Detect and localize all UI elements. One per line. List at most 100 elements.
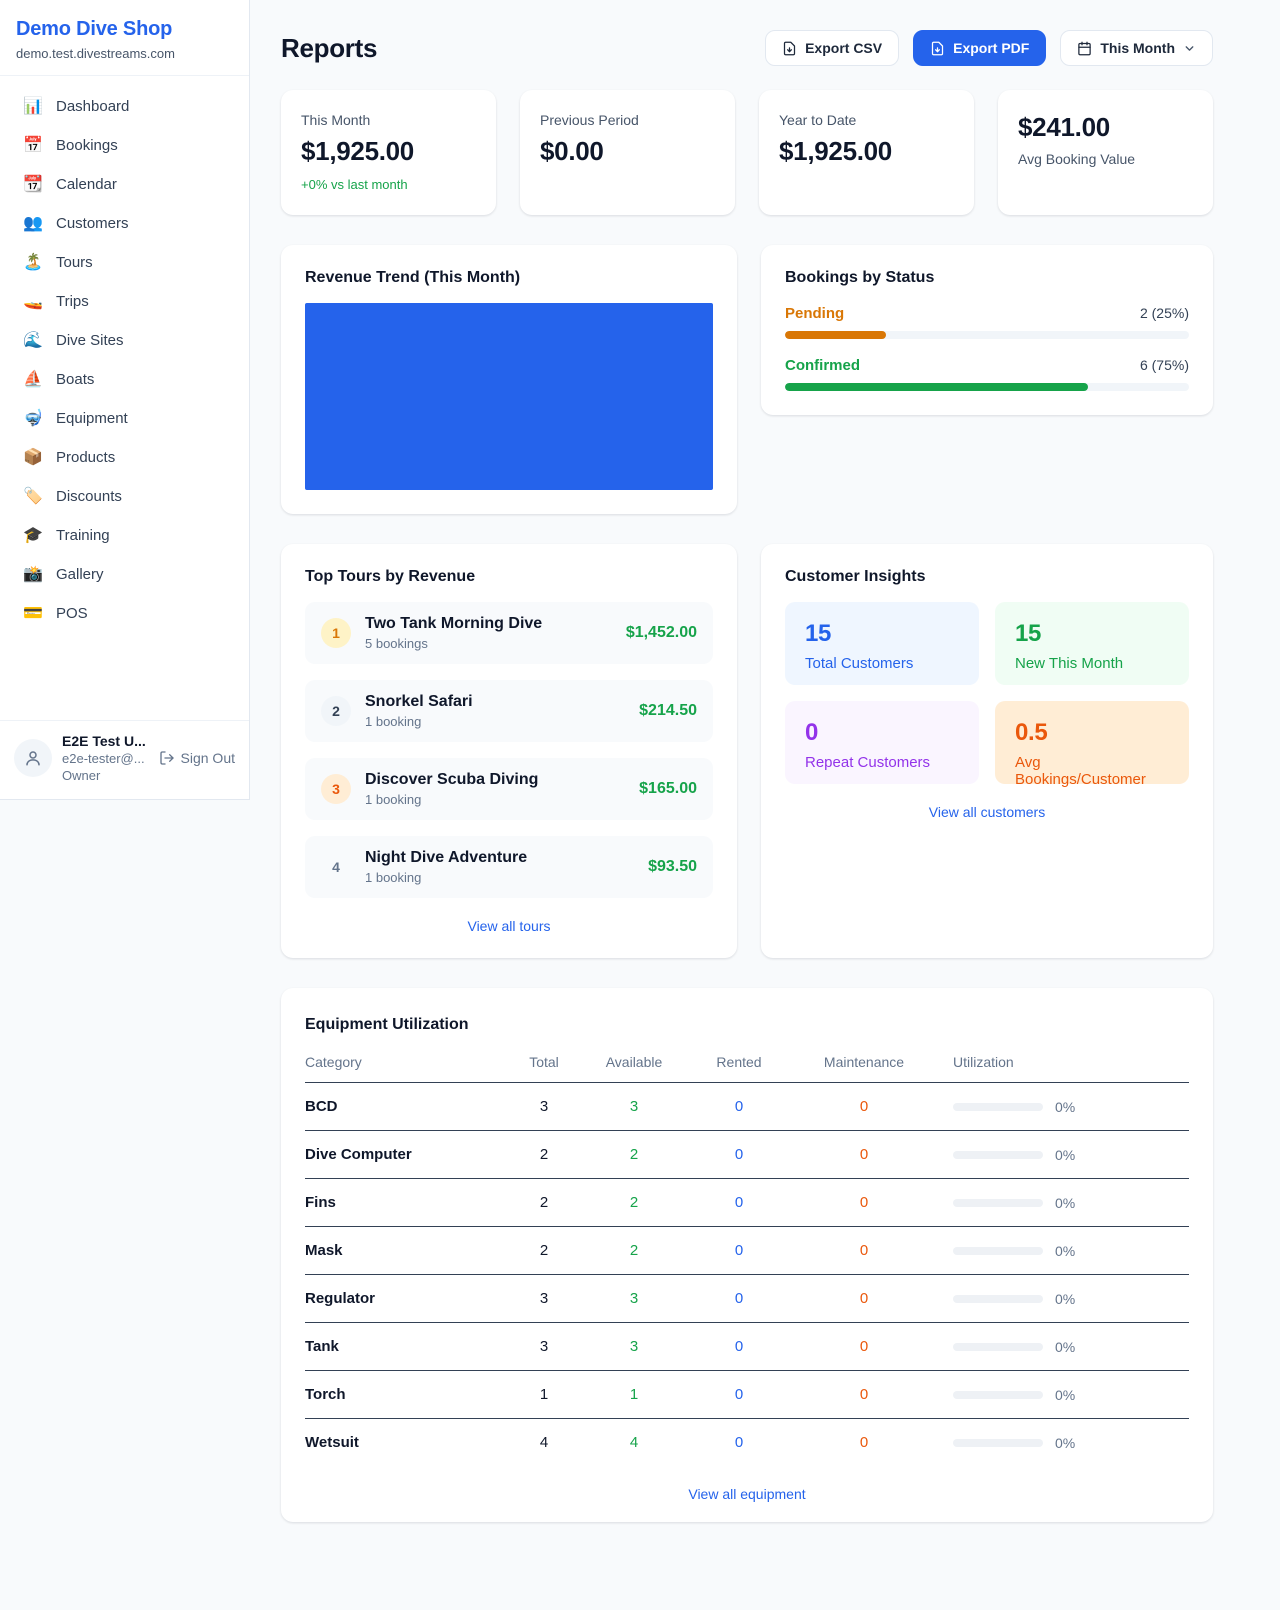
sidebar-item-tours[interactable]: 🏝️ Tours — [10, 244, 239, 281]
total-cell: 2 — [509, 1242, 579, 1259]
category-cell: BCD — [305, 1098, 509, 1115]
sidebar-item-equipment[interactable]: 🤿 Equipment — [10, 400, 239, 437]
sidebar-item-label: Bookings — [56, 137, 118, 154]
tour-row: 2 Snorkel Safari 1 booking $214.50 — [305, 680, 713, 742]
stat-label: Avg Booking Value — [1018, 151, 1193, 167]
sidebar-item-training[interactable]: 🎓 Training — [10, 517, 239, 554]
maintenance-cell: 0 — [789, 1194, 939, 1211]
tile-label: Repeat Customers — [805, 754, 959, 771]
sidebar-item-customers[interactable]: 👥 Customers — [10, 205, 239, 242]
stats-row: This Month $1,925.00 +0% vs last month P… — [281, 90, 1213, 215]
sidebar-item-label: Tours — [56, 254, 93, 271]
tour-bookings: 1 booking — [365, 714, 625, 729]
utilization-cell: 0% — [939, 1435, 1189, 1451]
stat-value: $241.00 — [1018, 112, 1193, 143]
utilization-percent: 0% — [1055, 1243, 1075, 1259]
island-icon: 🏝️ — [22, 255, 44, 271]
stat-value: $1,925.00 — [301, 136, 476, 167]
sidebar-item-dive-sites[interactable]: 🌊 Dive Sites — [10, 322, 239, 359]
sidebar-item-label: Trips — [56, 293, 89, 310]
view-all-tours-link[interactable]: View all tours — [467, 918, 550, 934]
page-title: Reports — [281, 33, 377, 64]
stat-card-this-month: This Month $1,925.00 +0% vs last month — [281, 90, 496, 215]
sidebar-item-bookings[interactable]: 📅 Bookings — [10, 127, 239, 164]
tile-label: Avg Bookings/Customer — [1015, 754, 1169, 788]
stat-card-year-to-date: Year to Date $1,925.00 — [759, 90, 974, 215]
sidebar-item-label: Boats — [56, 371, 94, 388]
bookings-by-status-title: Bookings by Status — [785, 269, 1189, 287]
sidebar-item-boats[interactable]: ⛵ Boats — [10, 361, 239, 398]
graduation-cap-icon: 🎓 — [22, 528, 44, 544]
insight-grid: 15 Total Customers 15 New This Month 0 R… — [785, 602, 1189, 784]
utilization-track — [953, 1103, 1043, 1111]
utilization-percent: 0% — [1055, 1435, 1075, 1451]
tile-new-this-month: 15 New This Month — [995, 602, 1189, 685]
sidebar-item-label: Discounts — [56, 488, 122, 505]
period-dropdown[interactable]: This Month — [1060, 30, 1213, 66]
maintenance-cell: 0 — [789, 1098, 939, 1115]
available-cell: 2 — [579, 1242, 689, 1259]
rented-cell: 0 — [689, 1194, 789, 1211]
progress-track — [785, 331, 1189, 339]
rented-cell: 0 — [689, 1434, 789, 1451]
category-cell: Tank — [305, 1338, 509, 1355]
user-block: E2E Test U... e2e-tester@... Owner Sign … — [0, 720, 249, 799]
stat-label: Year to Date — [779, 112, 954, 128]
sidebar-item-discounts[interactable]: 🏷️ Discounts — [10, 478, 239, 515]
customer-insights-title: Customer Insights — [785, 568, 1189, 586]
category-cell: Torch — [305, 1386, 509, 1403]
insights-row: Top Tours by Revenue 1 Two Tank Morning … — [281, 544, 1213, 958]
rank-badge: 3 — [321, 774, 351, 804]
sidebar-item-label: Equipment — [56, 410, 128, 427]
utilization-cell: 0% — [939, 1243, 1189, 1259]
category-cell: Regulator — [305, 1290, 509, 1307]
category-cell: Dive Computer — [305, 1146, 509, 1163]
column-header: Utilization — [939, 1054, 1189, 1070]
stat-delta: +0% vs last month — [301, 177, 476, 192]
utilization-percent: 0% — [1055, 1195, 1075, 1211]
customer-insights-card: Customer Insights 15 Total Customers 15 … — [761, 544, 1213, 958]
sidebar-item-label: Gallery — [56, 566, 104, 583]
rented-cell: 0 — [689, 1290, 789, 1307]
status-row-confirmed: Confirmed 6 (75%) — [785, 357, 1189, 391]
brand-name: Demo Dive Shop — [16, 18, 233, 41]
rented-cell: 0 — [689, 1386, 789, 1403]
view-all-customers-link[interactable]: View all customers — [929, 804, 1045, 820]
sidebar-item-calendar[interactable]: 📆 Calendar — [10, 166, 239, 203]
header-actions: Export CSV Export PDF This Month — [765, 30, 1213, 66]
column-header: Maintenance — [789, 1054, 939, 1070]
user-name: E2E Test U... — [62, 733, 149, 749]
utilization-cell: 0% — [939, 1195, 1189, 1211]
tour-revenue: $165.00 — [639, 780, 697, 798]
sidebar-item-products[interactable]: 📦 Products — [10, 439, 239, 476]
table-header: Category Total Available Rented Maintena… — [305, 1054, 1189, 1083]
status-count: 6 (75%) — [1140, 357, 1189, 373]
main-content: Reports Export CSV Export PDF — [281, 0, 1213, 1522]
brand-block[interactable]: Demo Dive Shop demo.test.divestreams.com — [0, 0, 249, 76]
stat-card-avg-booking-value: $241.00 Avg Booking Value — [998, 90, 1213, 215]
view-all-equipment-link[interactable]: View all equipment — [688, 1486, 805, 1502]
sidebar-item-trips[interactable]: 🚤 Trips — [10, 283, 239, 320]
tour-bookings: 1 booking — [365, 870, 634, 885]
logout-icon — [159, 750, 175, 766]
utilization-track — [953, 1391, 1043, 1399]
sidebar-item-gallery[interactable]: 📸 Gallery — [10, 556, 239, 593]
revenue-trend-title: Revenue Trend (This Month) — [305, 269, 713, 287]
sidebar-item-label: Dashboard — [56, 98, 129, 115]
export-pdf-label: Export PDF — [953, 40, 1029, 56]
status-row-pending: Pending 2 (25%) — [785, 305, 1189, 339]
sign-out-button[interactable]: Sign Out — [159, 750, 235, 766]
calendar-icon — [1077, 41, 1092, 56]
utilization-track — [953, 1151, 1043, 1159]
column-header: Rented — [689, 1054, 789, 1070]
bookings-calendar-icon: 📅 — [22, 138, 44, 154]
utilization-percent: 0% — [1055, 1099, 1075, 1115]
progress-fill — [785, 383, 1088, 391]
sidebar-item-pos[interactable]: 💳 POS — [10, 595, 239, 632]
export-csv-button[interactable]: Export CSV — [765, 30, 899, 66]
sidebar-item-dashboard[interactable]: 📊 Dashboard — [10, 88, 239, 125]
tile-label: New This Month — [1015, 655, 1169, 672]
total-cell: 1 — [509, 1386, 579, 1403]
export-pdf-button[interactable]: Export PDF — [913, 30, 1046, 66]
maintenance-cell: 0 — [789, 1290, 939, 1307]
